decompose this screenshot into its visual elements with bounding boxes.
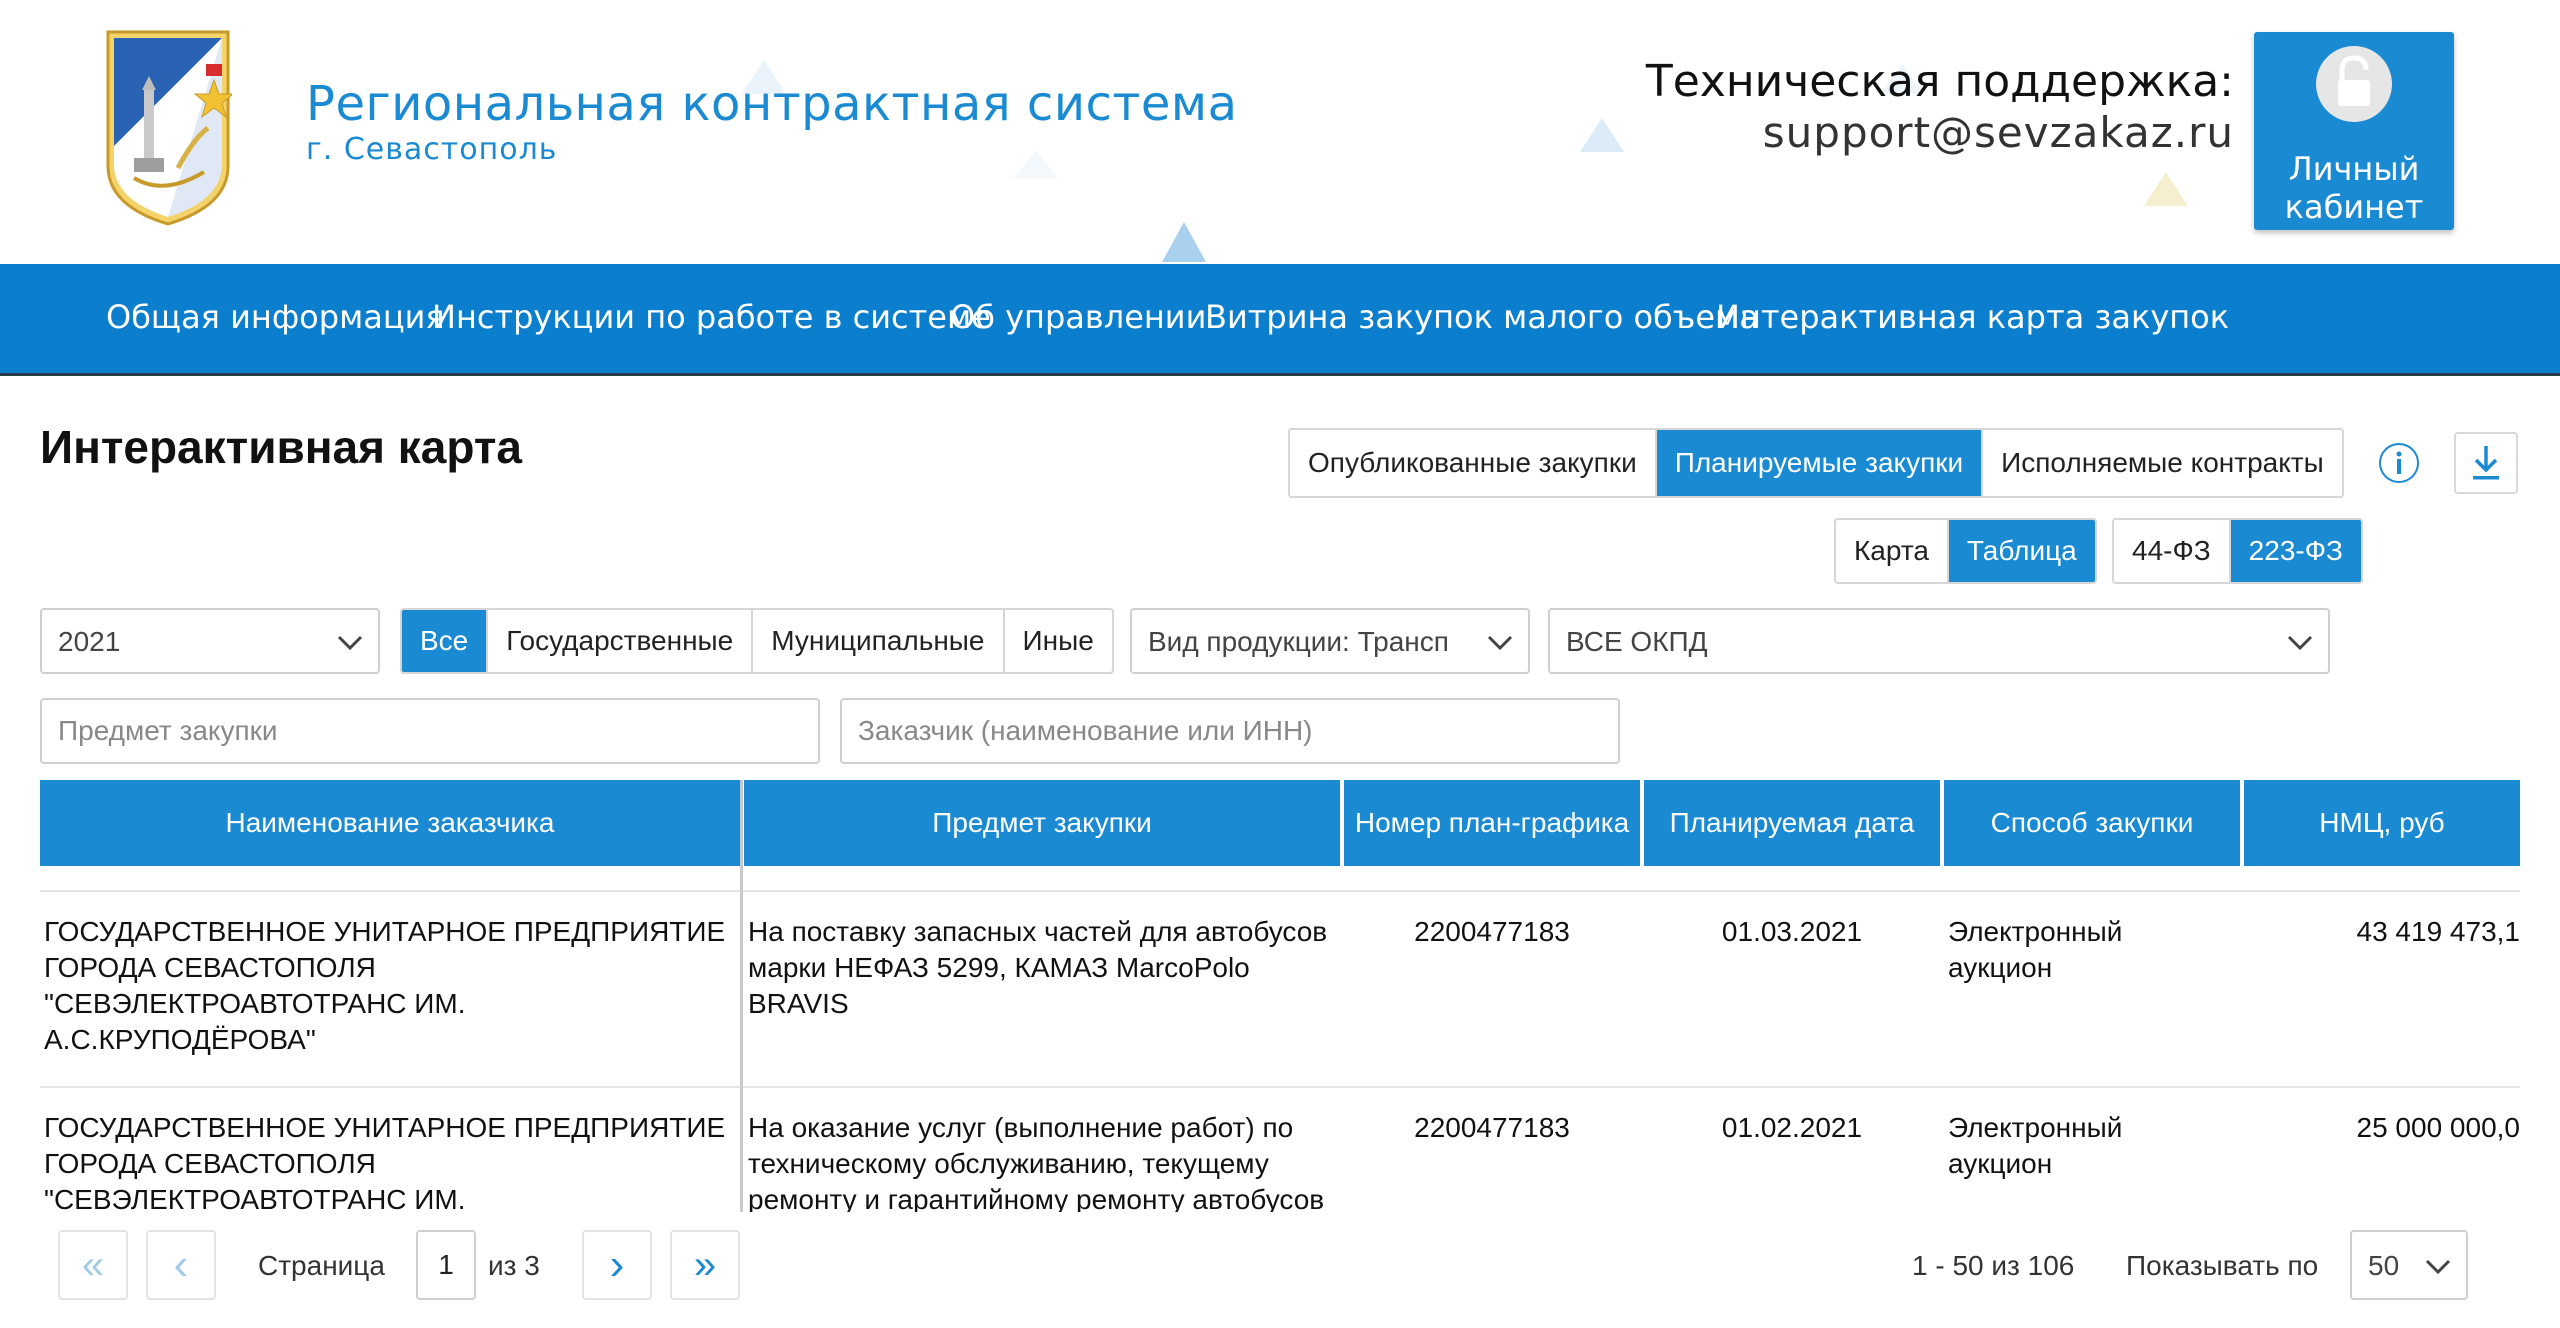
column-header-subject[interactable]: Предмет закупки — [744, 780, 1340, 866]
nav-item-about-department[interactable]: Об управлении — [950, 298, 1206, 336]
cell-customer: ГОСУДАРСТВЕННОЕ УНИТАРНОЕ ПРЕДПРИЯТИЕ ГО… — [44, 916, 726, 1055]
okpd-select[interactable]: ВСЕ ОКПД — [1548, 608, 2330, 674]
column-header-customer[interactable]: Наименование заказчика — [40, 780, 740, 866]
info-button[interactable] — [2374, 438, 2424, 488]
cell-planned-date: 01.03.2021 — [1721, 916, 1863, 947]
lock-icon — [2316, 46, 2392, 122]
procurement-tabs: Опубликованные закупки Планируемые закуп… — [1288, 428, 2344, 498]
tab-map-view[interactable]: Карта — [1836, 520, 1947, 582]
cabinet-label-line2: кабинет — [2284, 188, 2424, 226]
chevron-down-icon — [2287, 635, 2313, 651]
year-select[interactable]: 2021 — [40, 608, 380, 674]
tab-table-view[interactable]: Таблица — [1946, 520, 2095, 582]
owner-type-state[interactable]: Государственные — [486, 610, 751, 672]
personal-cabinet-button[interactable]: Личный кабинет — [2254, 32, 2454, 230]
cell-plan-number: 2200477183 — [1414, 1112, 1570, 1143]
cell-subject: На оказание услуг (выполнение работ) по … — [748, 1112, 1325, 1212]
nav-item-general-info[interactable]: Общая информация — [106, 298, 445, 336]
main-nav: Общая информация Инструкции по работе в … — [0, 264, 2560, 376]
product-type-select[interactable]: Вид продукции: Трансп — [1130, 608, 1530, 674]
column-header-price[interactable]: НМЦ, руб — [2244, 780, 2520, 866]
table-header: Наименование заказчика Предмет закупки Н… — [40, 780, 2520, 866]
tab-contracts[interactable]: Исполняемые контракты — [1981, 430, 2342, 496]
subject-search-input[interactable] — [40, 698, 820, 764]
double-chevron-left-icon: « — [81, 1242, 105, 1287]
range-info: 1 - 50 из 106 — [1912, 1250, 2075, 1281]
per-page-select-value: 50 — [2368, 1250, 2400, 1281]
site-subtitle: г. Севастополь — [306, 132, 558, 167]
cell-planned-date: 01.02.2021 — [1721, 1112, 1863, 1143]
decor-triangle — [1162, 222, 1206, 262]
column-header-method[interactable]: Способ закупки — [1944, 780, 2240, 866]
info-icon — [2379, 443, 2419, 483]
tab-44fz[interactable]: 44-ФЗ — [2114, 520, 2229, 582]
customer-search-input[interactable] — [840, 698, 1620, 764]
tab-published[interactable]: Опубликованные закупки — [1290, 430, 1655, 496]
year-select-value: 2021 — [58, 626, 121, 657]
view-toggle: Карта Таблица — [1834, 518, 2097, 584]
product-type-select-value: Вид продукции: Трансп — [1148, 626, 1449, 657]
owner-type-filter: Все Государственные Муниципальные Иные — [400, 608, 1114, 674]
cell-price: 25 000 000,0 — [2356, 1112, 2521, 1143]
owner-type-other[interactable]: Иные — [1002, 610, 1112, 672]
tab-planned[interactable]: Планируемые закупки — [1654, 430, 1982, 496]
coat-of-arms-logo[interactable] — [104, 28, 232, 228]
nav-item-small-purchases[interactable]: Витрина закупок малого объема — [1205, 298, 1759, 336]
nav-item-instructions[interactable]: Инструкции по работе в системе — [432, 298, 991, 336]
next-page-button[interactable]: › — [582, 1230, 652, 1300]
site-header: Региональная контрактная система г. Сева… — [0, 0, 2560, 264]
column-resize-handle[interactable] — [740, 780, 743, 1212]
support-email-link[interactable]: support@sevzakaz.ru — [1763, 108, 2234, 157]
chevron-down-icon — [1487, 635, 1513, 651]
owner-type-municipal[interactable]: Муниципальные — [751, 610, 1002, 672]
table-body: ГОСУДАРСТВЕННОЕ УНИТАРНОЕ ПРЕДПРИЯТИЕ ГО… — [40, 866, 2520, 1212]
page-number-input[interactable] — [416, 1230, 476, 1300]
cell-subject: На поставку запасных частей для автобусо… — [748, 916, 1328, 1019]
decor-triangle — [2144, 172, 2188, 206]
first-page-button[interactable]: « — [58, 1230, 128, 1300]
cell-method: Электронный аукцион — [1948, 1112, 2123, 1179]
table-row[interactable]: ГОСУДАРСТВЕННОЕ УНИТАРНОЕ ПРЕДПРИЯТИЕ ГО… — [40, 1086, 2520, 1212]
okpd-select-value: ВСЕ ОКПД — [1566, 626, 1708, 657]
double-chevron-right-icon: » — [693, 1242, 717, 1287]
nav-item-interactive-map[interactable]: Интерактивная карта закупок — [1716, 298, 2229, 336]
cell-method: Электронный аукцион — [1948, 916, 2123, 983]
decor-triangle — [1014, 150, 1058, 178]
tab-223fz[interactable]: 223-ФЗ — [2228, 520, 2361, 582]
chevron-down-icon — [2425, 1259, 2451, 1275]
per-page-select[interactable]: 50 — [2350, 1230, 2468, 1300]
site-title[interactable]: Региональная контрактная система — [306, 76, 1238, 132]
page-count-label: из 3 — [488, 1250, 540, 1281]
download-icon — [2473, 446, 2499, 480]
cell-plan-number: 2200477183 — [1414, 916, 1570, 947]
page-title: Интерактивная карта — [40, 421, 522, 473]
decor-triangle — [1580, 118, 1624, 152]
page-label: Страница — [258, 1250, 385, 1281]
column-header-plan-number[interactable]: Номер план-графика — [1344, 780, 1640, 866]
chevron-right-icon: › — [609, 1240, 625, 1289]
law-toggle: 44-ФЗ 223-ФЗ — [2112, 518, 2363, 584]
owner-type-all[interactable]: Все — [402, 610, 487, 672]
download-button[interactable] — [2454, 432, 2518, 494]
column-header-planned-date[interactable]: Планируемая дата — [1644, 780, 1940, 866]
per-page-label: Показывать по — [2126, 1250, 2319, 1281]
last-page-button[interactable]: » — [670, 1230, 740, 1300]
support-title: Техническая поддержка: — [1645, 56, 2234, 107]
chevron-down-icon — [337, 635, 363, 651]
prev-page-button[interactable]: ‹ — [146, 1230, 216, 1300]
table-row[interactable]: ГОСУДАРСТВЕННОЕ УНИТАРНОЕ ПРЕДПРИЯТИЕ ГО… — [40, 890, 2520, 1086]
chevron-left-icon: ‹ — [173, 1240, 189, 1289]
cabinet-label-line1: Личный — [2288, 150, 2420, 188]
cell-price: 43 419 473,1 — [2356, 916, 2521, 947]
cell-customer: ГОСУДАРСТВЕННОЕ УНИТАРНОЕ ПРЕДПРИЯТИЕ ГО… — [44, 1112, 726, 1212]
